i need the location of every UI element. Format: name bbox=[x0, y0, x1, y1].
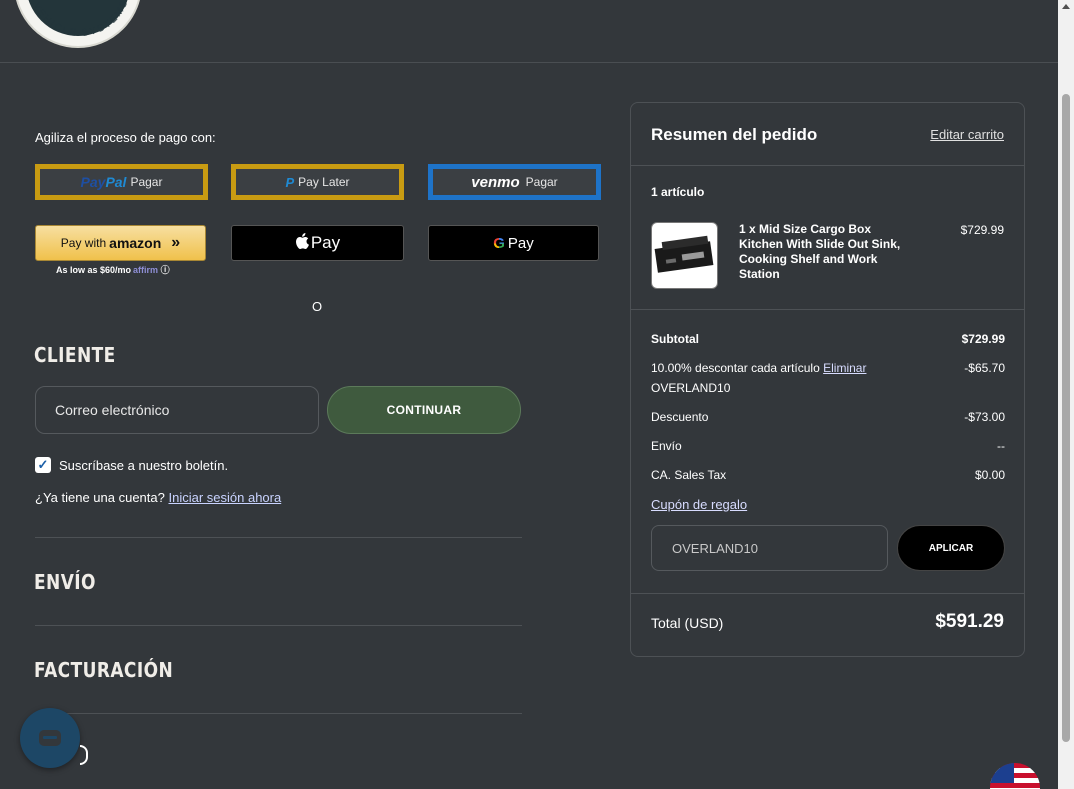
logo-ring-text: VEHICLE SYSTEMS bbox=[31, 0, 131, 39]
apple-icon bbox=[295, 232, 309, 254]
email-field[interactable] bbox=[35, 386, 319, 434]
chat-widget-button[interactable] bbox=[20, 708, 80, 768]
venmo-button[interactable]: venmo Pagar bbox=[428, 164, 601, 200]
shipping-label: Envío bbox=[651, 439, 682, 453]
tax-row: CA. Sales Tax $0.00 bbox=[651, 465, 1005, 485]
section-title-shipping: ENVÍO bbox=[34, 570, 96, 594]
brand-logo[interactable]: VEHICLE SYSTEMS bbox=[14, 0, 142, 48]
affirm-logo: affirm bbox=[133, 265, 159, 275]
amazon-logo: amazon bbox=[109, 235, 162, 251]
section-divider bbox=[35, 537, 522, 538]
product-price: $729.99 bbox=[960, 223, 1004, 237]
apple-pay-label: Pay bbox=[310, 233, 341, 252]
discount-code: OVERLAND10 bbox=[651, 381, 731, 395]
svg-text:VEHICLE SYSTEMS: VEHICLE SYSTEMS bbox=[31, 0, 131, 39]
affirm-note: As low as $60/mo affirm ⓘ bbox=[56, 263, 170, 276]
google-pay-button[interactable]: G Pay bbox=[428, 225, 599, 261]
product-name: 1 x Mid Size Cargo Box Kitchen With Slid… bbox=[739, 222, 901, 281]
discount-row: Descuento -$73.00 bbox=[651, 407, 1005, 427]
or-separator: O bbox=[312, 299, 323, 314]
amazon-pay-prefix: Pay with bbox=[60, 236, 107, 250]
apple-pay-button[interactable]: Pay bbox=[231, 225, 404, 261]
order-summary-title: Resumen del pedido bbox=[651, 125, 818, 144]
paypal-logo: PayPal bbox=[80, 174, 127, 190]
section-title-billing: FACTURACIÓN bbox=[34, 658, 174, 682]
apply-coupon-button[interactable]: APLICAR bbox=[897, 525, 1005, 571]
paypal-button[interactable]: PayPal Pagar bbox=[35, 164, 208, 200]
account-question: ¿Ya tiene una cuenta? bbox=[35, 490, 165, 505]
summary-divider bbox=[631, 593, 1024, 594]
shipping-row: Envío -- bbox=[651, 436, 1005, 456]
logo-text: VEHICLE SYSTEMS bbox=[31, 0, 129, 39]
section-title-customer: CLIENTE bbox=[34, 343, 116, 367]
page-scrollbar[interactable] bbox=[1058, 0, 1074, 789]
subtotal-value: $729.99 bbox=[961, 332, 1005, 346]
discount-value: -$73.00 bbox=[964, 410, 1005, 424]
tax-value: $0.00 bbox=[974, 468, 1005, 482]
total-label: Total (USD) bbox=[651, 615, 724, 631]
item-discount-row: 10.00% descontar cada artículo Eliminar … bbox=[651, 358, 1005, 398]
tax-label: CA. Sales Tax bbox=[651, 468, 727, 482]
item-discount-label: 10.00% descontar cada artículo Eliminar … bbox=[651, 361, 867, 395]
us-flag-icon[interactable] bbox=[990, 763, 1040, 789]
affirm-note-text: As low as $60/mo bbox=[56, 265, 132, 275]
item-discount-value: -$65.70 bbox=[964, 361, 1005, 375]
scroll-up-arrow-icon[interactable] bbox=[1062, 4, 1070, 9]
product-image bbox=[651, 222, 718, 289]
coupon-input[interactable] bbox=[651, 525, 888, 571]
flag-canton bbox=[990, 763, 1014, 783]
section-divider bbox=[35, 625, 522, 626]
continue-button[interactable]: CONTINUAR bbox=[327, 386, 521, 434]
newsletter-label: Suscríbase a nuestro boletín. bbox=[59, 458, 229, 473]
chevron-right-icon: » bbox=[171, 234, 181, 251]
account-prompt: ¿Ya tiene una cuenta? Iniciar sesión aho… bbox=[35, 490, 281, 505]
google-pay-label: Pay bbox=[507, 234, 534, 252]
header-divider bbox=[0, 62, 1058, 63]
login-link[interactable]: Iniciar sesión ahora bbox=[168, 490, 281, 505]
paypal-icon: P bbox=[285, 174, 295, 190]
newsletter-checkbox[interactable]: ✓ bbox=[35, 457, 51, 473]
order-summary: Resumen del pedido Editar carrito 1 artí… bbox=[630, 102, 1025, 657]
paylater-button-label: Pay Later bbox=[298, 175, 350, 189]
express-checkout-label: Agiliza el proceso de pago con: bbox=[35, 130, 216, 145]
summary-divider bbox=[631, 165, 1024, 166]
info-icon[interactable]: ⓘ bbox=[161, 265, 170, 275]
shipping-value: -- bbox=[997, 439, 1005, 453]
paypal-paylater-button[interactable]: P Pay Later bbox=[231, 164, 404, 200]
google-icon: G bbox=[493, 234, 505, 252]
scrollbar-thumb[interactable] bbox=[1062, 94, 1070, 742]
venmo-logo: venmo bbox=[471, 173, 520, 191]
summary-divider bbox=[631, 309, 1024, 310]
chat-widget-edge bbox=[80, 745, 88, 765]
subtotal-label: Subtotal bbox=[651, 332, 699, 346]
edit-cart-link[interactable]: Editar carrito bbox=[930, 127, 1004, 142]
remove-discount-link[interactable]: Eliminar bbox=[823, 361, 866, 375]
discount-label: Descuento bbox=[651, 410, 709, 424]
amazon-pay-button[interactable]: Pay with amazon » bbox=[35, 225, 206, 261]
check-icon: ✓ bbox=[37, 457, 49, 472]
item-count: 1 artículo bbox=[651, 185, 705, 199]
subtotal-row: Subtotal $729.99 bbox=[651, 329, 1005, 349]
total-value: $591.29 bbox=[935, 611, 1004, 632]
section-divider bbox=[35, 713, 522, 714]
paypal-button-label: Pagar bbox=[130, 175, 163, 189]
chat-icon bbox=[39, 730, 61, 746]
gift-coupon-link[interactable]: Cupón de regalo bbox=[651, 497, 747, 512]
venmo-button-label: Pagar bbox=[525, 175, 558, 189]
